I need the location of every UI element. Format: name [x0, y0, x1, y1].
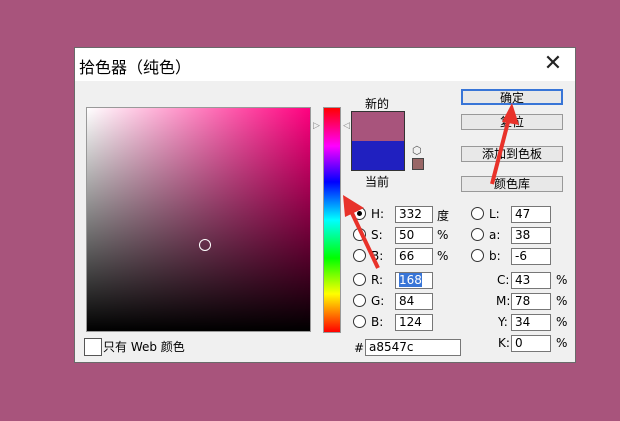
annotation-arrows — [343, 103, 519, 269]
annotation-arrow-head-ok — [502, 103, 519, 125]
annotation-arrow-to-ok — [490, 121, 510, 185]
annotation-arrow-to-hue — [349, 210, 380, 269]
